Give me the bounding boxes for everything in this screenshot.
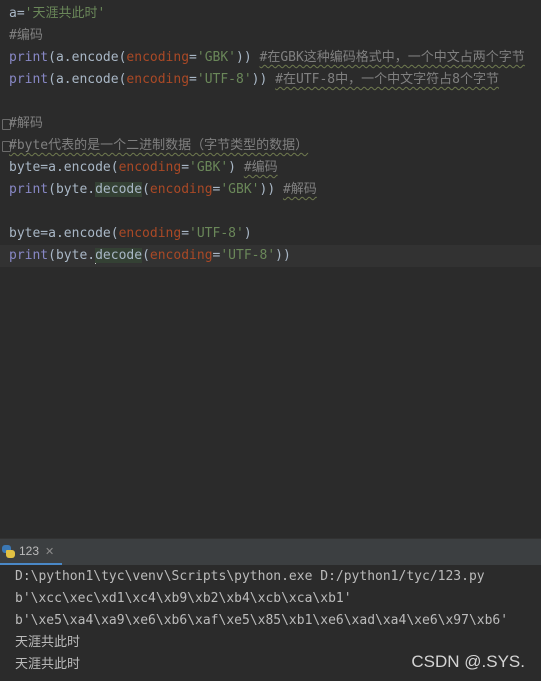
code-line-9: print(byte.decode(encoding='GBK')) #解码 [9,179,317,201]
code-text: )) [236,50,252,65]
code-line-4: print(a.encode(encoding='UTF-8')) #在UTF-… [9,69,499,91]
comment: #在GBK这种编码格式中，一个中文占两个字节 [259,50,525,65]
code-text: = [181,160,190,175]
code-text: = [189,72,197,87]
keyword-argument: encoding [149,248,213,263]
code-text: )) [259,182,276,197]
code-text: ) [243,226,252,241]
string-literal: 'UTF-8' [220,248,276,263]
builtin-print: print [9,72,49,87]
string-literal: 'GBK' [189,160,229,175]
string-literal: 'GBK' [220,182,260,197]
close-icon[interactable]: ✕ [45,545,54,558]
code-text: a= [9,6,25,21]
comment: #解码 [9,116,43,131]
string-literal: '天涯共此时' [24,6,106,21]
comment: #编码 [243,160,278,175]
watermark: CSDN @.SYS. [411,652,525,671]
code-text: (byte. [48,182,96,197]
code-text: = [189,50,197,65]
builtin-print: print [9,182,49,197]
keyword-argument: encoding [149,182,213,197]
code-text: )) [275,248,291,263]
code-text: (byte. [48,248,96,263]
comment: #编码 [9,28,43,43]
python-icon [2,544,15,558]
console-output-line: D:\python1\tyc\venv\Scripts\python.exe D… [15,569,485,584]
comment: #解码 [282,182,317,197]
code-line-8: byte=a.encode(encoding='GBK') #编码 [9,157,278,179]
code-text: byte=a.encode( [9,226,119,241]
code-line-3: print(a.encode(encoding='GBK')) #在GBK这种编… [9,47,525,69]
code-text: ( [142,182,150,197]
builtin-print: print [9,248,49,263]
code-text: ) [228,160,236,175]
code-text: byte=a.encode( [9,160,119,175]
code-text: (a.encode( [48,72,127,87]
code-line-12-current: print(byte.decode(encoding='UTF-8')) [0,245,541,267]
run-tab-label: 123 [19,544,40,558]
console-output-line: 天涯共此时 [15,635,81,650]
keyword-argument: encoding [126,72,190,87]
code-line-6: #解码 [9,113,43,135]
method-name: decode [95,182,143,197]
method-name: decode [95,248,143,263]
code-text: ( [142,248,150,263]
string-literal: 'GBK' [196,50,237,65]
string-literal: 'UTF-8' [189,226,244,241]
code-line-11: byte=a.encode(encoding='UTF-8') [9,223,252,245]
code-text: (a.encode( [48,50,127,65]
builtin-print: print [9,50,49,65]
keyword-argument: encoding [126,50,190,65]
run-tab[interactable]: 123 ✕ [0,539,62,565]
run-tab-bar: 123 ✕ [0,538,541,565]
keyword-argument: encoding [118,226,182,241]
code-text: )) [251,72,268,87]
string-literal: 'UTF-8' [196,72,252,87]
keyword-argument: encoding [118,160,182,175]
panel-divider[interactable] [0,514,541,539]
code-line-7: #byte代表的是一个二进制数据（字节类型的数据） [9,135,308,157]
console-output-line: 天涯共此时 [15,657,81,672]
code-line-1: a='天涯共此时' [9,3,105,25]
code-text: = [181,226,190,241]
comment: #在UTF-8中，一个中文字符占8个字节 [275,72,499,87]
comment: #byte代表的是一个二进制数据（字节类型的数据） [9,138,309,153]
code-editor[interactable]: a='天涯共此时' #编码 print(a.encode(encoding='G… [0,0,541,514]
console-output-line: b'\xcc\xec\xd1\xc4\xb9\xb2\xb4\xcb\xca\x… [15,591,352,606]
console-output-line: b'\xe5\xa4\xa9\xe6\xb6\xaf\xe5\x85\xb1\x… [15,613,509,628]
code-line-2: #编码 [9,25,43,47]
